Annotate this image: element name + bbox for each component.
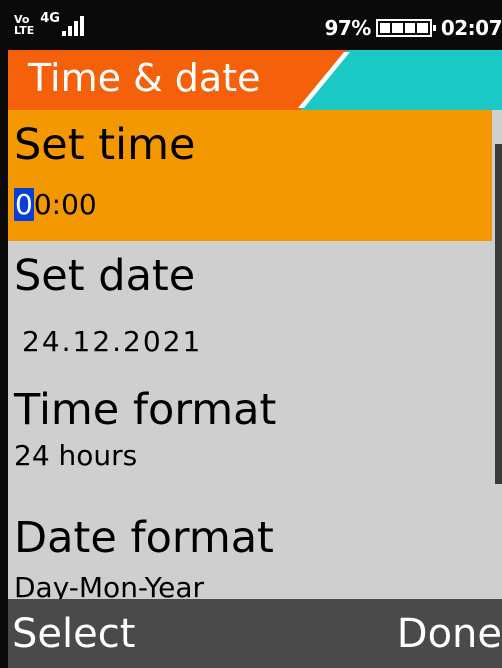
scrollbar-thumb[interactable] <box>495 144 502 484</box>
time-format-label: Time format <box>14 385 277 435</box>
set-time-label: Set time <box>14 120 196 170</box>
menu-item-set-date[interactable]: Set date 24.12.2021 <box>8 241 492 377</box>
volte-icon: Vo LTE <box>14 14 34 36</box>
softkey-bar: Select Done <box>8 599 502 668</box>
volte-bottom: LTE <box>14 24 35 37</box>
date-format-label: Date format <box>14 513 274 563</box>
settings-list: Set time 00:00 Set date 24.12.2021 Time … <box>8 110 492 604</box>
status-bar: Vo LTE 4G 97% 02:07 <box>8 8 502 50</box>
signal-icon <box>61 16 84 36</box>
page-title: Time & date <box>28 56 261 100</box>
network-type: 4G <box>40 11 60 26</box>
date-format-value: Day-Mon-Year <box>14 571 204 604</box>
battery-percent: 97% <box>324 16 371 40</box>
status-right: 97% 02:07 <box>324 16 502 40</box>
date-value: 24.12.2021 <box>22 325 203 358</box>
done-softkey[interactable]: Done <box>397 611 502 657</box>
phone-screen: Vo LTE 4G 97% 02:07 Time & date Set time… <box>8 8 502 668</box>
title-bar: Time & date <box>8 50 502 110</box>
time-format-value: 24 hours <box>14 439 138 472</box>
scrollbar[interactable] <box>495 110 502 598</box>
text-cursor: 0 <box>14 188 34 221</box>
time-value: 0:00 <box>33 188 97 221</box>
set-date-label: Set date <box>14 251 196 301</box>
battery-icon <box>375 19 436 37</box>
menu-item-set-time[interactable]: Set time 00:00 <box>8 110 492 241</box>
menu-item-date-format[interactable]: Date format Day-Mon-Year <box>8 499 492 604</box>
menu-item-time-format[interactable]: Time format 24 hours <box>8 377 492 499</box>
time-input[interactable]: 00:00 <box>14 167 492 221</box>
clock: 02:07 <box>440 16 502 40</box>
title-tab: Time & date <box>8 50 350 110</box>
select-softkey[interactable]: Select <box>12 611 135 657</box>
status-left: Vo LTE 4G <box>14 11 84 36</box>
